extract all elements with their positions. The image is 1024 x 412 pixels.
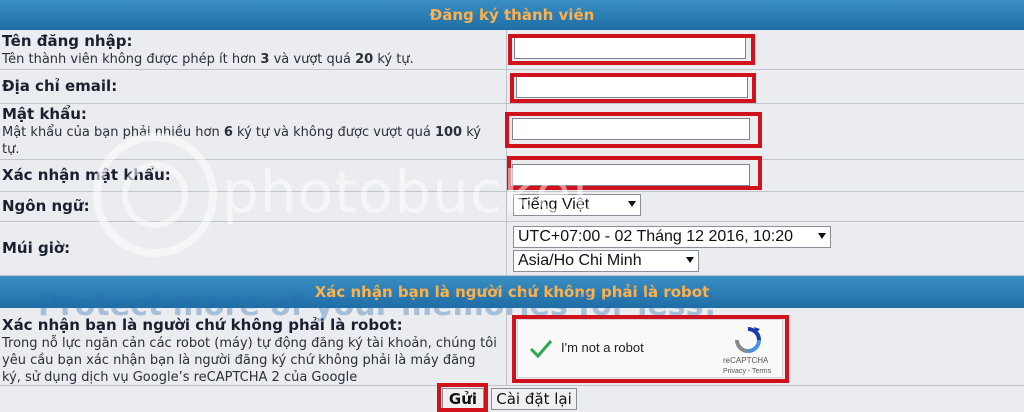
timezone-label: Múi giờ: xyxy=(2,239,71,257)
timezone-select[interactable]: UTC+07:00 - 02 Tháng 12 2016, 10:20 xyxy=(513,226,831,248)
password-explain: Mật khẩu của bạn phải nhiều hơn 6 ký tự … xyxy=(2,125,481,157)
email-label: Địa chỉ email: xyxy=(2,77,118,95)
email-highlight xyxy=(510,73,756,103)
timezone-dropdown-icon xyxy=(818,233,826,239)
timezone-row: Múi giờ: UTC+07:00 - 02 Tháng 12 2016, 1… xyxy=(0,222,1024,276)
username-label-cell: Tên đăng nhập: Tên thành viên không được… xyxy=(0,30,507,70)
username-label: Tên đăng nhập: xyxy=(2,31,133,50)
username-explain: Tên thành viên không được phép ít hơn 3 … xyxy=(2,51,414,67)
password-confirm-label-cell: Xác nhận mật khẩu: xyxy=(0,160,507,192)
password-label: Mật khẩu: xyxy=(2,105,87,123)
captcha-header: Xác nhận bạn là người chứ không phải là … xyxy=(0,276,1024,308)
timezone-label-cell: Múi giờ: xyxy=(0,222,507,276)
captcha-title: Xác nhận bạn là người chứ không phải là … xyxy=(314,283,710,301)
captcha-label: Xác nhận bạn là người chứ không phải là … xyxy=(2,316,403,334)
timezone-value: UTC+07:00 - 02 Tháng 12 2016, 10:20 xyxy=(518,228,794,245)
password-confirm-label: Xác nhận mật khẩu: xyxy=(2,166,171,184)
language-row: Ngôn ngữ: Tiếng Việt xyxy=(0,192,1024,222)
username-highlight xyxy=(508,34,755,65)
captcha-explain: Trong nỗ lực ngăn cản các robot (máy) tự… xyxy=(2,336,497,385)
language-label: Ngôn ngữ: xyxy=(2,197,90,215)
password-label-cell: Mật khẩu: Mật khẩu của bạn phải nhiều hơ… xyxy=(0,104,507,160)
language-dropdown-icon xyxy=(628,201,636,207)
timezone-region-dropdown-icon xyxy=(686,257,694,263)
recaptcha-highlight xyxy=(512,315,789,383)
timezone-region-value: Asia/Ho Chi Minh xyxy=(518,252,642,269)
password-highlight xyxy=(505,112,762,148)
language-label-cell: Ngôn ngữ: xyxy=(0,192,507,222)
captcha-label-cell: Xác nhận bạn là người chứ không phải là … xyxy=(0,308,507,386)
password-confirm-highlight xyxy=(507,156,762,190)
email-label-cell: Địa chỉ email: xyxy=(0,70,507,104)
form-title: Đăng ký thành viên xyxy=(429,6,595,24)
language-value: Tiếng Việt xyxy=(518,196,590,213)
language-select-cell: Tiếng Việt xyxy=(507,192,1024,222)
timezone-select-cell: UTC+07:00 - 02 Tháng 12 2016, 10:20 Asia… xyxy=(507,222,1024,276)
reset-button[interactable]: Cài đặt lại xyxy=(491,388,577,410)
form-header: Đăng ký thành viên xyxy=(0,0,1024,30)
submit-highlight xyxy=(437,383,488,412)
timezone-region-select[interactable]: Asia/Ho Chi Minh xyxy=(513,250,699,272)
language-select[interactable]: Tiếng Việt xyxy=(513,194,641,216)
